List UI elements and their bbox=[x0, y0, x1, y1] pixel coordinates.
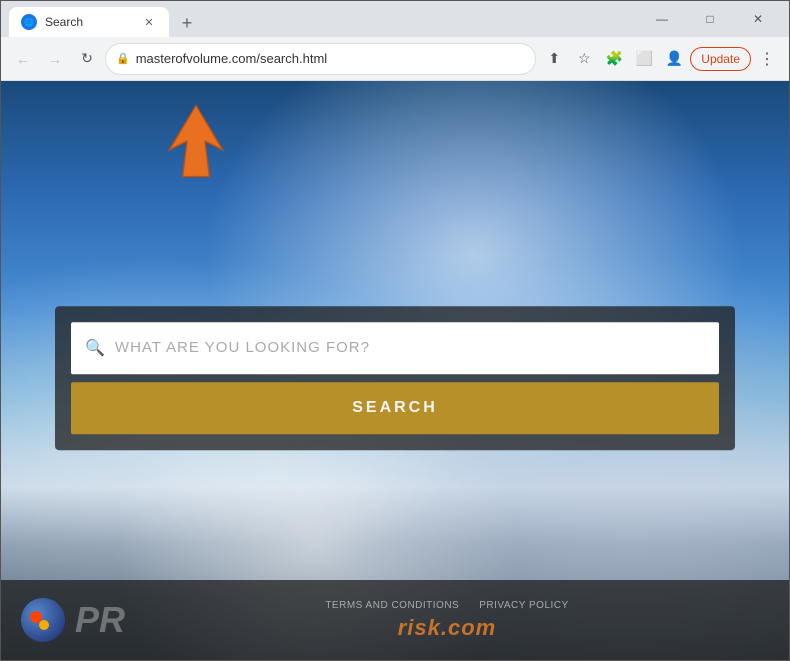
footer-logo: PR bbox=[21, 598, 125, 642]
minimize-button[interactable]: — bbox=[639, 3, 685, 35]
terms-link[interactable]: TERMS AND CONDITIONS bbox=[325, 600, 459, 611]
logo-ball bbox=[21, 598, 65, 642]
address-text: masterofvolume.com/search.html bbox=[136, 51, 526, 66]
tab-favicon: 🌐 bbox=[21, 14, 37, 30]
new-tab-button[interactable]: + bbox=[173, 9, 201, 37]
privacy-link[interactable]: PRIVACY POLICY bbox=[479, 600, 568, 611]
search-container: 🔍 SEARCH bbox=[55, 306, 735, 450]
browser-window: 🌐 Search ✕ + — □ ✕ ← → ↻ 🔒 masterofvolum… bbox=[0, 0, 790, 661]
maximize-button[interactable]: □ bbox=[687, 3, 733, 35]
page-footer: PR TERMS AND CONDITIONS PRIVACY POLICY r… bbox=[1, 580, 789, 660]
bookmark-button[interactable]: ☆ bbox=[570, 45, 598, 73]
profile-button[interactable]: 👤 bbox=[660, 45, 688, 73]
page-content: 🔍 SEARCH PR TERMS AND CONDITIONS PRIVACY… bbox=[1, 81, 789, 660]
brand-label: risk.com bbox=[398, 615, 497, 641]
footer-center: TERMS AND CONDITIONS PRIVACY POLICY risk… bbox=[125, 600, 769, 641]
close-button[interactable]: ✕ bbox=[735, 3, 781, 35]
window-controls: — □ ✕ bbox=[639, 3, 781, 35]
extensions-button[interactable]: 🧩 bbox=[600, 45, 628, 73]
logo-pr-text: PR bbox=[75, 602, 125, 638]
back-button[interactable]: ← bbox=[9, 45, 37, 73]
search-button[interactable]: SEARCH bbox=[71, 382, 719, 434]
footer-links: TERMS AND CONDITIONS PRIVACY POLICY bbox=[325, 600, 568, 611]
search-input-wrapper: 🔍 bbox=[71, 322, 719, 374]
title-bar: 🌐 Search ✕ + — □ ✕ bbox=[1, 1, 789, 37]
tab-close-button[interactable]: ✕ bbox=[141, 14, 157, 30]
toolbar: ← → ↻ 🔒 masterofvolume.com/search.html ⬆… bbox=[1, 37, 789, 81]
tab-title: Search bbox=[45, 15, 133, 29]
search-icon: 🔍 bbox=[85, 338, 105, 358]
forward-button[interactable]: → bbox=[41, 45, 69, 73]
active-tab[interactable]: 🌐 Search ✕ bbox=[9, 7, 169, 37]
tabs-button[interactable]: ⬜ bbox=[630, 45, 658, 73]
search-input[interactable] bbox=[115, 339, 705, 356]
orange-arrow-icon bbox=[161, 101, 231, 181]
menu-button[interactable]: ⋮ bbox=[753, 45, 781, 73]
lock-icon: 🔒 bbox=[116, 52, 130, 65]
update-button[interactable]: Update bbox=[690, 47, 751, 71]
tab-area: 🌐 Search ✕ + bbox=[9, 1, 635, 37]
share-button[interactable]: ⬆ bbox=[540, 45, 568, 73]
reload-button[interactable]: ↻ bbox=[73, 45, 101, 73]
toolbar-right: ⬆ ☆ 🧩 ⬜ 👤 Update ⋮ bbox=[540, 45, 781, 73]
address-bar[interactable]: 🔒 masterofvolume.com/search.html bbox=[105, 43, 536, 75]
